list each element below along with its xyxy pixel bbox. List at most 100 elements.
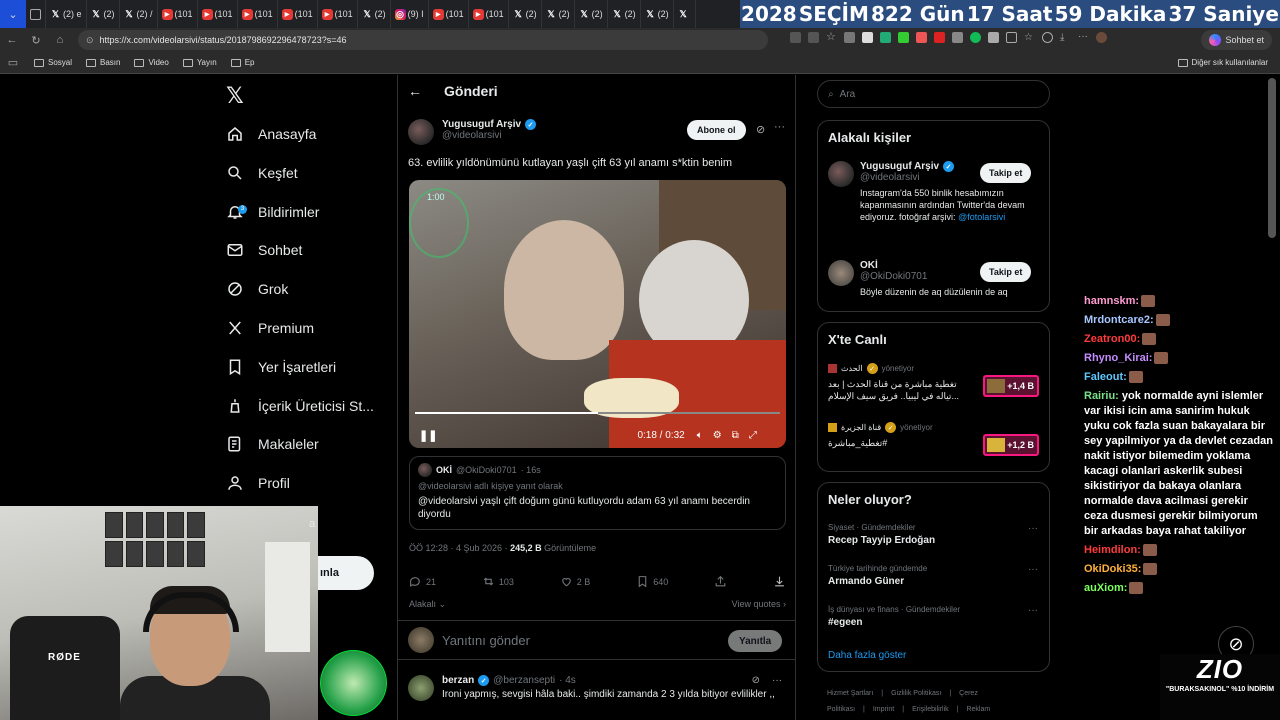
nav-item-grok[interactable]: Grok <box>226 275 288 303</box>
live-viewers-badge[interactable]: +1,2 B <box>983 434 1039 456</box>
back-arrow-icon[interactable]: ← <box>408 83 422 99</box>
bio-link[interactable]: @fotolarsivi <box>958 212 1005 222</box>
chat-username[interactable]: Rhyno_Kirai: <box>1084 352 1152 364</box>
back-arrow-icon[interactable]: ← <box>0 34 24 46</box>
tab-actions-icon[interactable] <box>26 0 46 28</box>
browser-tab[interactable]: 𝕏 (2) <box>542 0 575 28</box>
reading-list-icon[interactable]: ▭ <box>6 56 20 69</box>
browser-tab[interactable]: ▶ (101 <box>318 0 358 28</box>
chat-username[interactable]: Faleout: <box>1084 371 1127 383</box>
quoted-reply[interactable]: OKİ @OkiDoki0701 · 16s @videolarsivi adl… <box>409 456 786 530</box>
nav-item-search[interactable]: Keşfet <box>226 159 298 187</box>
reply-button[interactable]: Yanıtla <box>728 630 783 652</box>
collections-icon[interactable] <box>1042 32 1053 43</box>
home-button-icon[interactable]: ⌂ <box>48 34 72 46</box>
browser-tab[interactable]: 𝕏 (2) <box>608 0 641 28</box>
extension-icon[interactable] <box>862 32 873 43</box>
more-options-icon[interactable]: ··· <box>1028 564 1038 575</box>
nav-item-creator[interactable]: İçerik Üreticisi St... <box>226 392 374 420</box>
more-options-icon[interactable]: ··· <box>772 675 782 686</box>
author-name[interactable]: Yugusuguf Arşiv <box>442 119 521 130</box>
fullscreen-icon[interactable]: ⤢ <box>749 430 757 441</box>
more-options-icon[interactable]: ··· <box>1028 605 1038 616</box>
chat-username[interactable]: Rairiu: <box>1084 390 1119 402</box>
volume-icon[interactable]: 🔈︎ <box>697 430 703 441</box>
browser-tab[interactable]: ▶ (101 <box>198 0 238 28</box>
bookmark-action[interactable]: 640 <box>636 575 668 588</box>
reply-avatar[interactable] <box>408 675 434 701</box>
live-viewers-badge[interactable]: +1,4 B <box>983 375 1039 397</box>
person-name[interactable]: OKİ <box>860 260 878 271</box>
trend-item[interactable]: Siyaset · Gündemdekiler Recep Tayyip Erd… <box>828 523 1041 546</box>
live-item[interactable]: قناة الجزيرة ✓ yönetiyor #تغطية_مباشرة +1,… <box>828 422 1041 456</box>
browser-tab[interactable]: 𝕏 <box>674 0 696 28</box>
settings-gear-icon[interactable]: ⚙ <box>713 430 722 441</box>
reply-author-name[interactable]: berzan <box>442 675 474 686</box>
trend-item[interactable]: İş dünyası ve finans · Gündemdekiler #eg… <box>828 605 1041 628</box>
other-bookmarks[interactable]: Diğer sık kullanılanlar <box>1177 58 1268 67</box>
browser-tab[interactable]: 𝕏 (2) <box>509 0 542 28</box>
star-icon[interactable]: ☆ <box>826 32 837 43</box>
grok-icon[interactable]: ⊘ <box>756 123 765 136</box>
chat-username[interactable]: Mrdontcare2: <box>1084 314 1154 326</box>
reply-item[interactable]: berzan ✓ @berzansepti · 4s ⊘ ··· İroni y… <box>408 675 785 701</box>
bookmark-folder[interactable]: Yayın <box>182 58 217 67</box>
extension-icon[interactable] <box>952 32 963 43</box>
nav-item-bell[interactable]: 3 Bildirimler <box>226 198 319 226</box>
live-item[interactable]: الحدث ✓ yönetiyor تغطية مباشرة من قناة الح… <box>828 363 1041 402</box>
nav-item-mail[interactable]: Sohbet <box>226 236 302 264</box>
downloads-icon[interactable]: ⤓ <box>1060 32 1071 43</box>
browser-tab[interactable]: ▶ (101 <box>429 0 469 28</box>
more-options-icon[interactable]: ··· <box>1028 523 1038 534</box>
nav-item-bookmark[interactable]: Yer İşaretleri <box>226 353 336 381</box>
browser-tab[interactable]: ▶ (101 <box>158 0 198 28</box>
copilot-chat-button[interactable]: Sohbet et <box>1201 30 1272 50</box>
search-input[interactable]: ⌕ Ara <box>817 80 1050 108</box>
footer-link[interactable]: Imprint <box>873 706 894 713</box>
follow-button[interactable]: Takip et <box>980 163 1032 183</box>
footer-link[interactable]: Erişilebilirlik <box>912 706 949 713</box>
bookmark-folder[interactable]: Ep <box>230 58 254 67</box>
share-action[interactable] <box>714 575 727 588</box>
nav-item-article[interactable]: Makaleler <box>226 430 319 458</box>
extension-icon[interactable] <box>934 32 945 43</box>
tab-menu-chevron-icon[interactable]: ⌄ <box>0 0 26 28</box>
extension-icon[interactable] <box>880 32 891 43</box>
reply-action[interactable]: 21 <box>409 575 436 588</box>
extension-icon[interactable] <box>808 32 819 43</box>
browser-tab[interactable]: 𝕏 (2) <box>87 0 120 28</box>
post-timestamp[interactable]: ÖÖ 12:28 · 4 Şub 2026 · <box>409 543 508 553</box>
trend-item[interactable]: Türkiye tarihinde gündemde Armando Güner… <box>828 564 1041 587</box>
nav-item-home[interactable]: Anasayfa <box>226 120 316 148</box>
video-player[interactable]: 1:00 ❚❚ 0:18 / 0:32 🔈︎ ⚙ ⧉ ⤢ <box>409 180 786 448</box>
browser-tab[interactable]: ▶ (101 <box>238 0 278 28</box>
pause-icon[interactable]: ❚❚ <box>419 429 437 442</box>
follow-button[interactable]: Takip et <box>980 262 1032 282</box>
chat-username[interactable]: OkiDoki35: <box>1084 563 1141 575</box>
page-scrollbar[interactable] <box>1268 78 1276 238</box>
bookmark-folder[interactable]: Video <box>134 58 169 67</box>
view-quotes-link[interactable]: View quotes › <box>732 599 786 610</box>
x-logo-icon[interactable]: 𝕏 <box>226 84 248 109</box>
subscribe-button[interactable]: Abone ol <box>687 120 746 140</box>
bookmark-folder[interactable]: Sosyal <box>34 58 72 67</box>
nav-more-partial[interactable]: a <box>309 518 315 530</box>
quote-author-handle[interactable]: @OkiDoki0701 <box>456 465 517 475</box>
browser-tab[interactable]: 𝕏 (2) / <box>120 0 158 28</box>
extension-icon[interactable] <box>916 32 927 43</box>
chat-username[interactable]: hamnskm: <box>1084 295 1139 307</box>
show-more-link[interactable]: Daha fazla göster <box>828 650 906 661</box>
download-action[interactable] <box>773 575 786 588</box>
chat-username[interactable]: auXiom: <box>1084 582 1127 594</box>
url-field[interactable]: ⊙ https://x.com/videolarsivi/status/2018… <box>78 30 768 50</box>
post-author[interactable]: Yugusuguf Arşiv ✓ @videolarsivi <box>408 119 537 145</box>
extension-icon[interactable] <box>790 32 801 43</box>
nav-item-x[interactable]: Premium <box>226 314 314 342</box>
more-menu-icon[interactable]: ··· <box>1078 32 1089 43</box>
pip-icon[interactable]: ⧉ <box>732 430 739 441</box>
like-action[interactable]: 2 B <box>560 575 590 588</box>
site-info-icon[interactable]: ⊙ <box>86 35 94 46</box>
browser-tab[interactable]: 𝕏 (2) e <box>46 0 87 28</box>
extension-icon[interactable] <box>844 32 855 43</box>
browser-tab[interactable]: 𝕏 (2) <box>575 0 608 28</box>
